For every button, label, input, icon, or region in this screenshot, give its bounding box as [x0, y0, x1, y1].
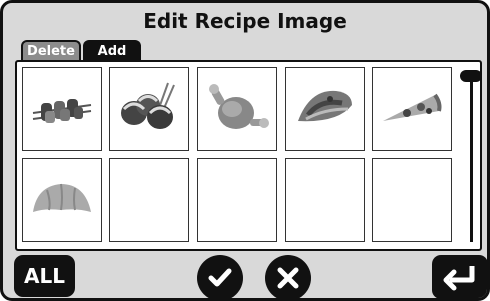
image-cell-taco[interactable] — [285, 67, 365, 151]
check-icon — [208, 268, 232, 287]
image-cell-takoyaki[interactable] — [109, 67, 189, 151]
image-cell-kebab[interactable] — [22, 67, 102, 151]
confirm-button[interactable] — [197, 255, 243, 298]
tab-delete[interactable]: Delete — [21, 40, 81, 61]
croissant-icon — [33, 183, 91, 212]
cancel-button[interactable] — [265, 255, 311, 298]
image-cell-empty[interactable] — [109, 158, 189, 242]
scrollbar-thumb[interactable] — [460, 70, 482, 82]
image-cell-empty[interactable] — [372, 158, 452, 242]
image-cell-empty[interactable] — [285, 158, 365, 242]
taco-icon — [298, 90, 352, 122]
tab-add[interactable]: Add — [83, 40, 141, 61]
recipe-image-screen: Edit Recipe Image Delete Add ALL — [0, 0, 490, 301]
pizza-slice-icon — [383, 93, 442, 121]
takoyaki-icon — [121, 82, 175, 129]
close-icon — [277, 267, 299, 289]
image-cell-croissant[interactable] — [22, 158, 102, 242]
image-cell-empty[interactable] — [197, 158, 277, 242]
scrollbar[interactable] — [460, 68, 482, 244]
all-button[interactable]: ALL — [14, 255, 75, 297]
back-button[interactable] — [432, 255, 487, 298]
chicken-drumstick-icon — [209, 84, 269, 129]
scrollbar-track — [470, 78, 473, 242]
page-title: Edit Recipe Image — [143, 9, 347, 33]
image-cell-chicken[interactable] — [197, 67, 277, 151]
kebab-icon — [32, 99, 92, 123]
return-arrow-icon — [443, 266, 475, 291]
image-cell-pizza[interactable] — [372, 67, 452, 151]
